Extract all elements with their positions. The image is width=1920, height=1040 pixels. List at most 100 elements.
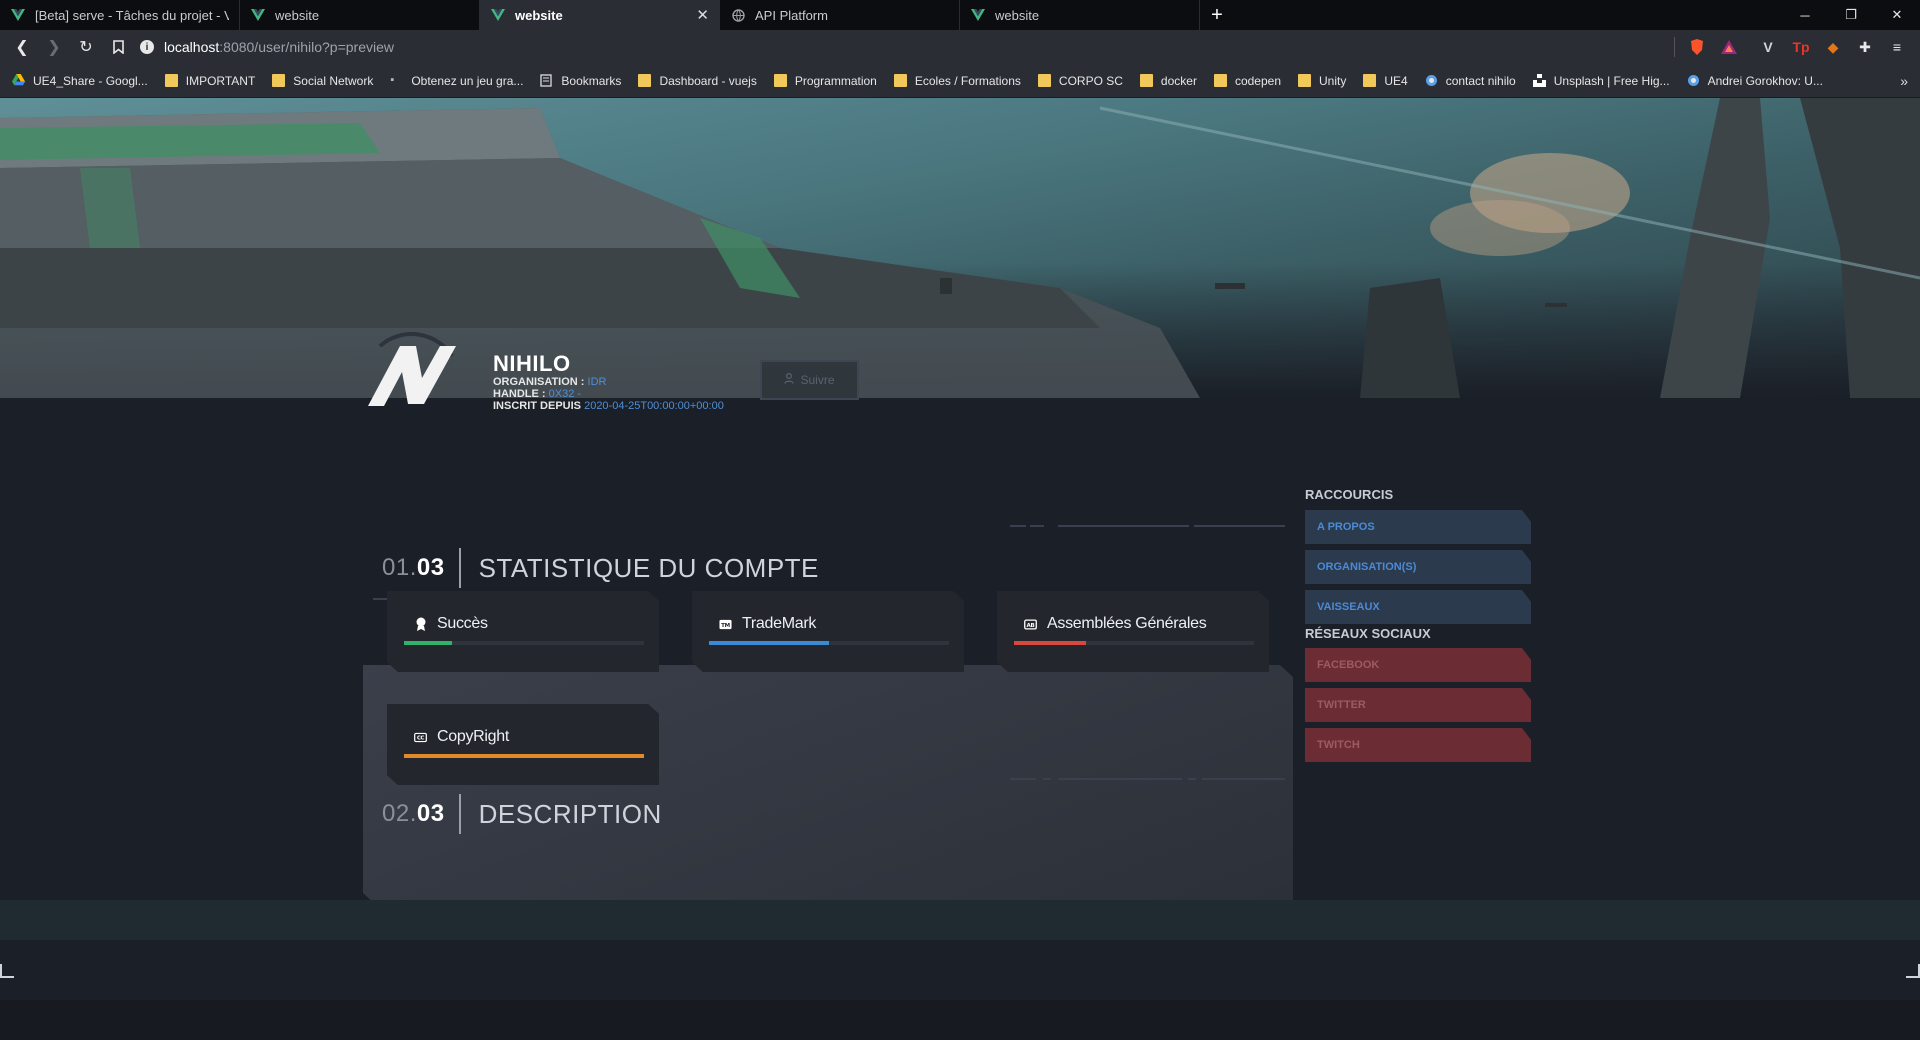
brave-rewards-icon[interactable] [1715,30,1743,64]
bookmark-item[interactable]: CORPO SC [1037,74,1123,88]
hero-illustration [0,98,1920,398]
bookmark-item[interactable]: ▪ Obtenez un jeu gra... [390,74,523,88]
back-icon[interactable]: ❮ [6,30,38,64]
bookmark-label: codepen [1234,73,1281,88]
reload-icon[interactable]: ↻ [70,30,102,64]
handle-label: HANDLE : [493,388,546,400]
section-heading: STATISTIQUE DU COMPTE [478,552,819,583]
folder-icon [1037,74,1051,87]
page-content: NIHILO ORGANISATION : IDR HANDLE : 0X32 … [0,98,1920,1000]
svg-text:AB: AB [1027,622,1035,628]
site-info-icon[interactable]: i [140,40,154,54]
vue-icon [250,7,266,23]
menu-icon[interactable]: ≡ [1883,30,1911,64]
bookmark-label: IMPORTANT [185,73,256,88]
social-twitter[interactable]: TWITTER [1305,688,1531,722]
unsplash-icon [1532,74,1546,87]
svg-text:TM: TM [721,622,731,628]
tab-2-active[interactable]: website ✕ [480,0,720,30]
bookmark-item[interactable]: Bookmarks [540,74,621,88]
bookmark-item[interactable]: contact nihilo [1425,74,1516,88]
brave-shield-icon[interactable] [1683,30,1711,64]
section-decoration-top-2 [1010,778,1285,780]
ag-icon: AB [1024,618,1037,631]
bookmarks-overflow-icon[interactable]: » [1900,64,1908,98]
section-title-description: 02.03 DESCRIPTION [382,794,662,834]
folder-icon [1213,74,1227,87]
stat-progress-track [709,641,949,645]
social-facebook[interactable]: FACEBOOK [1305,648,1531,682]
tab-title: API Platform [755,7,828,23]
window-controls: ─ ❐ ✕ [1782,0,1920,30]
stat-label: Assemblées Générales [1047,615,1207,632]
restore-icon[interactable]: ❐ [1828,0,1874,30]
follow-button[interactable]: Suivre [760,360,859,400]
bookmark-item[interactable]: Programmation [773,74,877,88]
tab-0[interactable]: [Beta] serve - Tâches du projet - Vue C [0,0,240,30]
stat-progress-fill [1014,641,1086,645]
corner-mark-left [0,964,14,978]
section-heading: DESCRIPTION [478,798,662,829]
folder-icon [1363,74,1377,87]
shortcut-a-propos[interactable]: A PROPOS [1305,510,1531,544]
since-label: INSCRIT DEPUIS [493,400,582,412]
bookmark-label: Social Network [293,73,374,88]
copyright-icon: CC [414,731,427,744]
tab-1[interactable]: website [240,0,480,30]
stat-label-row: AB Assemblées Générales [1024,615,1207,633]
bookmark-item[interactable]: Andrei Gorokhov: U... [1687,74,1823,88]
bookmark-icon[interactable] [102,30,134,64]
minimize-icon[interactable]: ─ [1782,0,1828,30]
bookmark-label: Obtenez un jeu gra... [411,73,524,88]
bookmark-item[interactable]: Unsplash | Free Hig... [1532,74,1670,88]
shortcut-organisations[interactable]: ORGANISATION(S) [1305,550,1531,584]
folder-icon [893,74,907,87]
stat-progress-track [1014,641,1254,645]
stat-label-row: CC CopyRight [414,728,509,746]
stat-card[interactable]: Succès [387,591,659,672]
bookmark-item[interactable]: IMPORTANT [164,73,256,88]
stat-progress-fill [709,641,829,645]
org-value[interactable]: IDR [588,376,607,388]
bookmark-item[interactable]: codepen [1213,73,1281,88]
stat-progress-track [404,754,644,758]
tp-extension-icon[interactable]: Tp [1787,30,1815,64]
social-twitch[interactable]: TWITCH [1305,728,1531,762]
bookmark-item[interactable]: Unity [1298,74,1346,88]
tab-4[interactable]: website [960,0,1200,30]
bookmark-item[interactable]: Dashboard - vuejs [638,74,757,88]
stat-card[interactable]: CC CopyRight [387,704,659,785]
tab-title: website [275,7,320,23]
site-icon [1425,74,1438,87]
corner-mark-right [1906,964,1920,978]
metamask-icon[interactable]: ◆ [1819,30,1847,64]
bookmark-item[interactable]: docker [1139,73,1197,88]
medal-icon [414,617,427,631]
profile-since: INSCRIT DEPUIS 2020-04-25T00:00:00+00:00 [493,400,724,412]
stat-card[interactable]: TM TradeMark [692,591,964,672]
stat-card[interactable]: AB Assemblées Générales [997,591,1269,672]
bookmark-item[interactable]: UE4 [1363,74,1408,88]
bookmark-label: docker [1160,73,1197,88]
bookmark-item[interactable]: UE4_Share - Googl... [12,74,148,88]
toolbar-divider [1674,37,1675,57]
bookmark-item[interactable]: Ecoles / Formations [893,74,1021,88]
handle-value: 0X32 - [548,388,582,400]
folder-icon [164,74,178,87]
shortcut-vaisseaux[interactable]: VAISSEAUX [1305,590,1531,624]
vue-devtools-icon[interactable]: V [1754,30,1782,64]
stat-label-row: TM TradeMark [719,615,816,633]
close-tab-icon[interactable]: ✕ [696,6,709,24]
section-separator [458,548,461,588]
extensions-icon[interactable]: ✚ [1851,30,1879,64]
vue-icon [10,7,26,23]
url-path: :8080/user/nihilo?p=preview [219,39,394,55]
close-window-icon[interactable]: ✕ [1874,0,1920,30]
navigation-toolbar: ❮ ❯ ↻ i localhost:8080/user/nihilo?p=pre… [0,30,1920,64]
new-tab-button[interactable]: + [1200,0,1234,30]
site-icon [1687,74,1700,87]
bookmark-item[interactable]: Social Network [272,74,373,88]
address-bar[interactable]: i localhost:8080/user/nihilo?p=preview [140,34,1670,60]
tab-3[interactable]: API Platform [720,0,960,30]
forward-icon[interactable]: ❯ [38,30,70,64]
